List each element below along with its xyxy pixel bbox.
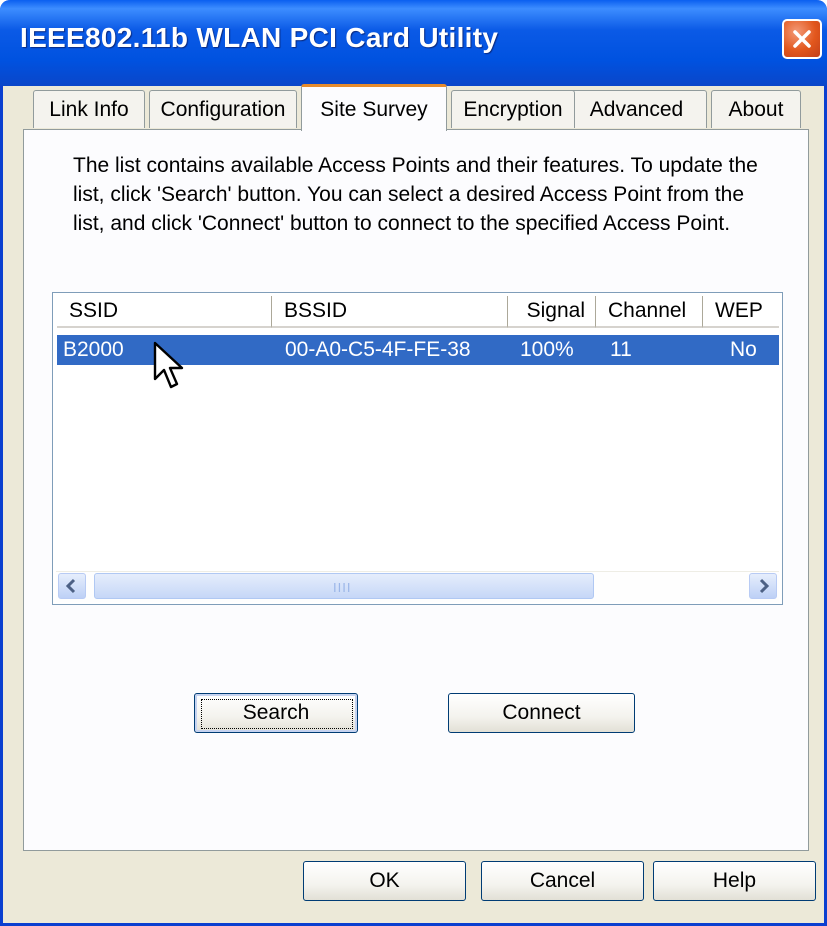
column-header-wep[interactable]: WEP <box>703 296 779 328</box>
tab-site-survey[interactable]: Site Survey <box>301 84 447 131</box>
cell-wep: No <box>730 338 757 361</box>
connect-button[interactable]: Connect <box>448 693 635 733</box>
column-header-bssid[interactable]: BSSID <box>272 296 508 328</box>
cell-bssid: 00-A0-C5-4F-FE-38 <box>285 338 471 361</box>
description-text: The list contains available Access Point… <box>73 154 758 235</box>
tab-encryption[interactable]: Encryption <box>451 90 575 128</box>
title-bar[interactable]: IEEE802.11b WLAN PCI Card Utility <box>0 0 827 86</box>
tab-link-info[interactable]: Link Info <box>33 90 145 128</box>
close-button[interactable] <box>782 19 822 59</box>
scroll-right-button[interactable] <box>749 573 777 599</box>
tab-configuration[interactable]: Configuration <box>149 90 297 128</box>
cell-channel: 11 <box>610 338 632 361</box>
arrow-left-icon <box>65 578 76 594</box>
ok-button[interactable]: OK <box>303 861 466 901</box>
column-header-ssid[interactable]: SSID <box>57 296 272 328</box>
scroll-grip: IIII <box>333 580 352 595</box>
column-header-channel[interactable]: Channel <box>596 296 703 328</box>
help-button[interactable]: Help <box>653 861 816 901</box>
tab-advanced[interactable]: Advanced <box>566 90 707 128</box>
window-title: IEEE802.11b WLAN PCI Card Utility <box>20 22 499 53</box>
arrow-right-icon <box>759 578 770 594</box>
cell-ssid: B2000 <box>63 338 124 361</box>
tab-about[interactable]: About <box>711 90 801 128</box>
close-icon <box>793 30 811 48</box>
mouse-pointer-icon <box>153 341 184 389</box>
scroll-left-button[interactable] <box>58 573 86 599</box>
search-button[interactable]: Search <box>194 693 358 733</box>
column-header-signal[interactable]: Signal <box>508 296 596 328</box>
cell-signal: 100% <box>520 338 574 361</box>
cancel-button[interactable]: Cancel <box>481 861 644 901</box>
